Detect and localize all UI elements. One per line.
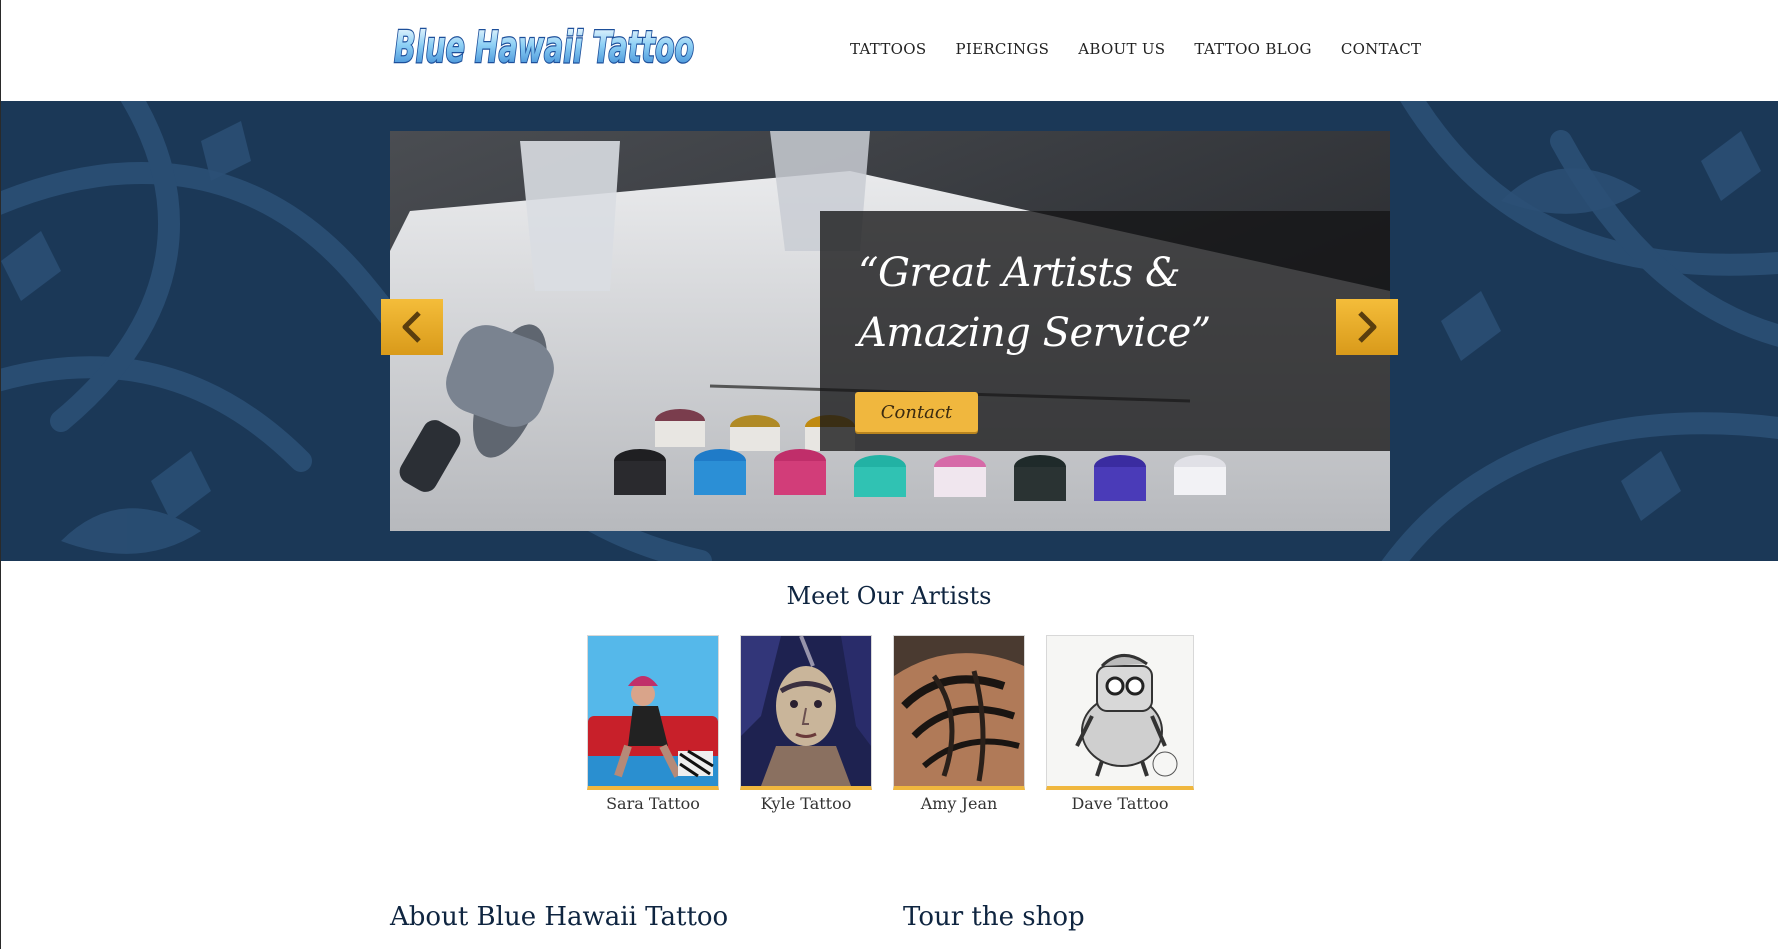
svg-text:Blue Hawaii Tattoo: Blue Hawaii Tattoo bbox=[394, 22, 694, 73]
hero-contact-button[interactable]: Contact bbox=[855, 392, 978, 432]
hero-quote: “Great Artists & Amazing Service” bbox=[858, 250, 1211, 356]
slider-prev-button[interactable] bbox=[381, 299, 443, 355]
artist-card-sara[interactable]: Sara Tattoo bbox=[587, 635, 719, 813]
artist-photo[interactable] bbox=[893, 635, 1025, 790]
nav-contact[interactable]: CONTACT bbox=[1341, 40, 1422, 58]
chevron-right-icon bbox=[1358, 311, 1377, 343]
artist-photo[interactable] bbox=[1046, 635, 1194, 790]
artist-name: Amy Jean bbox=[920, 794, 998, 813]
about-heading: About Blue Hawaii Tattoo bbox=[390, 902, 729, 932]
nav-tattoos[interactable]: TATTOOS bbox=[850, 40, 926, 58]
artist-card-dave[interactable]: Dave Tattoo bbox=[1046, 635, 1194, 813]
artist-card-amy[interactable]: Amy Jean bbox=[893, 635, 1025, 813]
artist-photo[interactable] bbox=[587, 635, 719, 790]
nav-tattoo-blog[interactable]: TATTOO BLOG bbox=[1194, 40, 1311, 58]
artist-name: Dave Tattoo bbox=[1071, 794, 1169, 813]
artist-photo[interactable] bbox=[740, 635, 872, 790]
artist-name: Kyle Tattoo bbox=[760, 794, 852, 813]
dave-sketch-drawing bbox=[1047, 636, 1193, 786]
amy-shoulder-tattoo bbox=[894, 636, 1024, 786]
tour-heading: Tour the shop bbox=[903, 902, 1085, 932]
artist-name: Sara Tattoo bbox=[606, 794, 700, 813]
site-logo[interactable]: Blue Hawaii Tattoo bbox=[390, 14, 700, 74]
window-left-border bbox=[0, 0, 1, 949]
chevron-left-icon bbox=[402, 311, 421, 343]
logo-wordmark: Blue Hawaii Tattoo bbox=[393, 21, 696, 74]
artists-heading: Meet Our Artists bbox=[786, 582, 992, 610]
site-header: Blue Hawaii Tattoo TATTOOS PIERCINGS ABO… bbox=[0, 0, 1778, 100]
artist-card-kyle[interactable]: Kyle Tattoo bbox=[740, 635, 872, 813]
main-nav: TATTOOS PIERCINGS ABOUT US TATTOO BLOG C… bbox=[850, 40, 1421, 58]
sara-photo bbox=[588, 636, 718, 786]
nav-about-us[interactable]: ABOUT US bbox=[1078, 40, 1165, 58]
kyle-portrait-painting bbox=[741, 636, 871, 786]
hero-caption-panel: “Great Artists & Amazing Service” Contac… bbox=[820, 211, 1390, 451]
nav-piercings[interactable]: PIERCINGS bbox=[955, 40, 1049, 58]
slider-next-button[interactable] bbox=[1336, 299, 1398, 355]
